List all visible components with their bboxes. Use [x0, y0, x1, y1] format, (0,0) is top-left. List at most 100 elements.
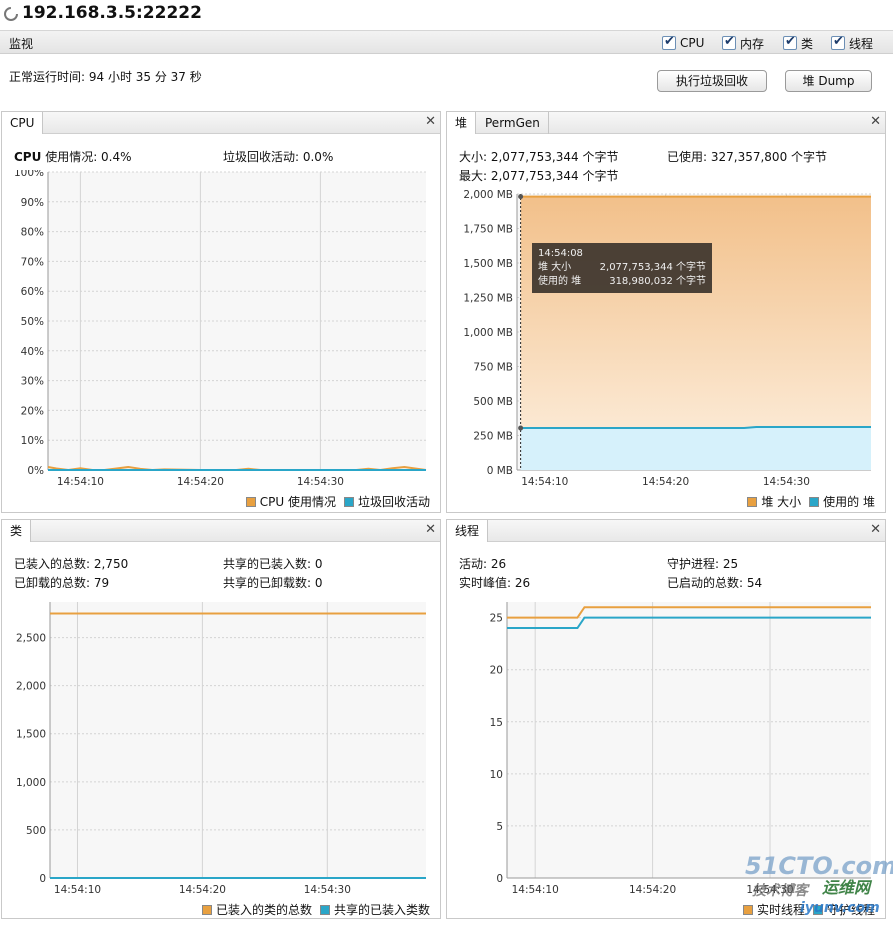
y-tick-label: 50%: [21, 316, 44, 328]
y-tick-label: 15: [490, 717, 503, 729]
x-tick-label: 14:54:30: [304, 884, 351, 896]
watermark-51cto: 51CTO.com: [745, 852, 893, 880]
y-tick-label: 0: [39, 873, 46, 885]
close-icon[interactable]: ✕: [870, 114, 881, 129]
legend-label: 垃圾回收活动: [357, 495, 430, 509]
memory-checkbox-label: 内存: [740, 36, 765, 51]
cpu-panel-header: CPU ✕: [2, 112, 440, 134]
y-tick-label: 25: [490, 613, 503, 625]
cpu-usage-label: CPU: [14, 150, 42, 164]
x-tick-label: 14:54:20: [177, 476, 224, 488]
y-tick-label: 70%: [21, 256, 44, 268]
tab-cpu[interactable]: CPU: [2, 112, 44, 134]
y-tick-label: 5: [496, 821, 503, 833]
tab-threads[interactable]: 线程: [447, 520, 489, 542]
hover-point: [518, 194, 524, 200]
checkbox-check-icon[interactable]: [831, 34, 845, 50]
heap-panel-header: 堆 PermGen ✕: [447, 112, 885, 134]
cpu-checkbox[interactable]: CPU: [662, 34, 704, 52]
daemon-threads-stat: 守护进程: 25: [667, 557, 739, 571]
y-tick-label: 40%: [21, 346, 44, 358]
y-tick-label: 2,000 MB: [463, 189, 513, 201]
threads-panel-header: 线程 ✕: [447, 520, 885, 542]
tab-heap[interactable]: 堆: [447, 112, 477, 134]
x-tick-label: 14:54:10: [521, 476, 568, 488]
loaded-total-stat: 已装入的总数: 2,750: [14, 557, 129, 571]
peak-threads-stat: 实时峰值: 26: [459, 576, 531, 590]
legend-item-loaded: 已装入的类的总数: [201, 901, 312, 918]
tooltip-time: 14:54:08: [538, 248, 583, 259]
cpu-legend: CPU 使用情况 垃圾回收活动: [238, 493, 430, 510]
legend-item-heap-size: 堆 大小: [747, 493, 801, 510]
legend-label: 共享的已装入类数: [333, 903, 430, 917]
classes-chart: 0 500 1,000 1,500 2,000 2,500 14:54:10 14:54:20…: [16, 602, 426, 896]
classes-checkbox[interactable]: 类: [783, 34, 813, 52]
tooltip-value: 2,077,753,344 个字节: [599, 262, 706, 273]
threads-checkbox[interactable]: 线程: [831, 34, 873, 52]
uptime-text: 正常运行时间: 94 小时 35 分 37 秒: [9, 70, 202, 84]
y-tick-label: 20: [490, 665, 503, 677]
x-tick-label: 14:54:20: [629, 884, 676, 896]
y-tick-label: 1,500: [16, 729, 46, 741]
heap-chart: 0 MB 250 MB 500 MB 750 MB 1,000 MB 1,250 MB 1,…: [463, 189, 871, 488]
legend-item-live: 实时线程: [742, 901, 805, 918]
legend-swatch: [747, 496, 758, 507]
checkbox-check-icon[interactable]: [662, 34, 676, 50]
tooltip-label: 使用的 堆: [538, 276, 582, 287]
checkbox-check-icon[interactable]: [783, 34, 797, 50]
series-area: [520, 426, 871, 470]
unloaded-total-stat: 已卸载的总数: 79: [14, 576, 110, 590]
series-line: [520, 425, 871, 430]
tab-permgen[interactable]: PermGen: [477, 112, 549, 134]
gc-activity-stat: 垃圾回收活动: 0.0%: [223, 150, 334, 164]
tab-classes[interactable]: 类: [2, 520, 32, 542]
legend-item-cpu: CPU 使用情况: [245, 493, 336, 510]
heap-legend: 堆 大小 使用的 堆: [739, 493, 875, 510]
y-tick-label: 0%: [27, 465, 44, 477]
close-icon[interactable]: ✕: [425, 114, 436, 129]
cpu-usage-value: 使用情况: 0.4%: [45, 150, 132, 164]
loading-spinner-icon: [4, 7, 18, 21]
heap-max-stat: 最大: 2,077,753,344 个字节: [459, 169, 619, 183]
watermark-iyunv: iyunv.com: [800, 900, 880, 916]
y-tick-label: 10%: [21, 435, 44, 447]
tooltip-row: 堆 大小 2,077,753,344 个字节: [538, 261, 706, 275]
title-bar: 192.168.3.5:22222: [0, 0, 893, 28]
y-tick-label: 2,000: [16, 681, 46, 693]
x-tick-label: 14:54:10: [57, 476, 104, 488]
x-tick-label: 14:54:30: [297, 476, 344, 488]
legend-label: 使用的 堆: [823, 495, 875, 509]
y-tick-label: 0: [496, 873, 503, 885]
tooltip-row: 使用的 堆 318,980,032 个字节: [538, 275, 706, 289]
perform-gc-button[interactable]: 执行垃圾回收: [657, 70, 767, 92]
legend-label: CPU 使用情况: [259, 495, 336, 509]
checkbox-check-icon[interactable]: [722, 34, 736, 50]
cpu-usage-stat: CPU 使用情况: 0.4%: [14, 148, 132, 165]
watermark-yunwei: 运维网: [822, 878, 871, 897]
y-tick-label: 80%: [21, 227, 44, 239]
heap-used-stat: 已使用: 327,357,800 个字节: [667, 150, 828, 164]
y-tick-label: 100%: [14, 170, 44, 179]
close-icon[interactable]: ✕: [425, 522, 436, 537]
y-tick-label: 1,000: [16, 777, 46, 789]
y-tick-label: 2,500: [16, 633, 46, 645]
legend-item-shared: 共享的已装入类数: [319, 901, 430, 918]
heap-tooltip: 14:54:08 堆 大小 2,077,753,344 个字节 使用的 堆 318,…: [532, 243, 712, 293]
hover-point: [518, 425, 524, 431]
y-tick-label: 30%: [21, 376, 44, 388]
classes-legend: 已装入的类的总数 共享的已装入类数: [194, 901, 430, 918]
y-tick-label: 1,750 MB: [463, 224, 513, 236]
memory-checkbox[interactable]: 内存: [722, 34, 764, 52]
cpu-checkbox-label: CPU: [680, 36, 705, 50]
legend-label: 已装入的类的总数: [215, 903, 312, 917]
heap-size-stat: 大小: 2,077,753,344 个字节: [459, 150, 619, 164]
close-icon[interactable]: ✕: [870, 522, 881, 537]
legend-item-heap-used: 使用的 堆: [809, 493, 875, 510]
y-tick-label: 1,250 MB: [463, 293, 513, 305]
heap-dump-button[interactable]: 堆 Dump: [785, 70, 872, 92]
live-threads-stat: 活动: 26: [459, 557, 507, 571]
window-title: 192.168.3.5:22222: [22, 3, 202, 23]
y-tick-label: 1,000 MB: [463, 327, 513, 339]
y-tick-label: 250 MB: [473, 431, 513, 443]
legend-label: 实时线程: [756, 903, 805, 917]
